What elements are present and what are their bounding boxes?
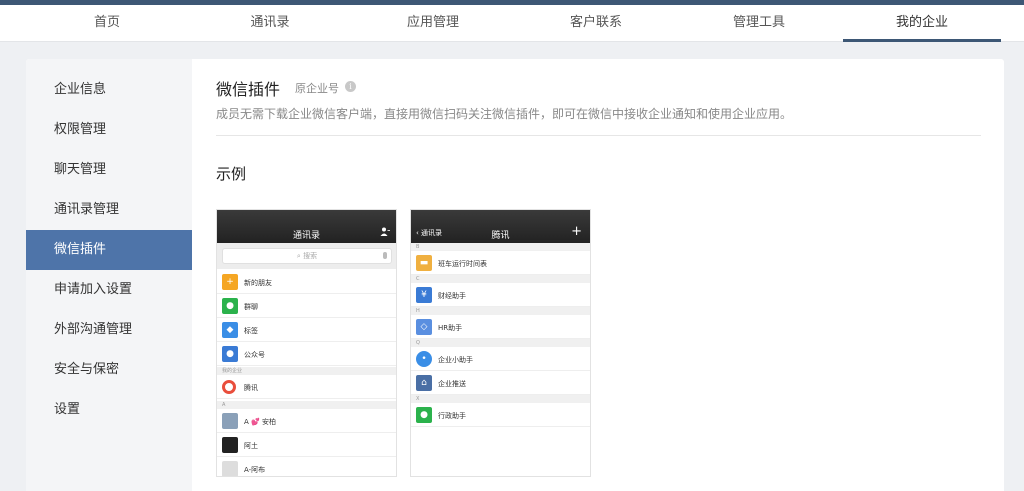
example-phone-contacts: 通讯录 ⌕ 搜索 + 新的朋友 ● 群聊 ◆ 标签 ● 公众号 我的企业 腾讯 A A … [216,209,397,477]
sidebar-item-permissions[interactable]: 权限管理 [26,110,192,150]
phone-title: 腾讯 [491,231,510,241]
mic-icon [383,252,387,259]
sidebar-item-contacts-management[interactable]: 通讯录管理 [26,190,192,230]
page-description: 成员无需下载企业微信客户端，直接用微信扫码关注微信插件，即可在微信中接收企业通知… [216,107,793,121]
content-card: 企业信息 权限管理 聊天管理 通讯录管理 微信插件 申请加入设置 外部沟通管理 … [26,59,1004,491]
hr-icon: ◇ [416,319,432,335]
list-item: ◆ 标签 [217,318,396,342]
add-friend-icon: + [222,274,238,290]
tag-icon: ◆ [222,322,238,338]
sidebar-item-chat-management[interactable]: 聊天管理 [26,150,192,190]
group-header: C [411,275,590,283]
phone-header: 通讯录 [217,210,396,243]
sidebar: 企业信息 权限管理 聊天管理 通讯录管理 微信插件 申请加入设置 外部沟通管理 … [26,59,192,491]
top-navigation: 首页 通讯录 应用管理 客户联系 管理工具 我的企业 [0,5,1024,42]
list-item: ⌂ 企业推送 [411,371,590,395]
main-content: 微信插件 原企业号 i 成员无需下载企业微信客户端，直接用微信扫码关注微信插件，… [216,59,991,491]
plus-icon: + [571,224,582,239]
sidebar-item-wechat-plugin[interactable]: 微信插件 [26,230,192,270]
avatar [222,437,238,453]
group-header: 我的企业 [217,367,396,375]
admin-icon: ● [416,407,432,423]
add-contact-icon [380,227,390,236]
group-header: X [411,395,590,403]
group-header: H [411,307,590,315]
yen-icon: ¥ [416,287,432,303]
home-icon: ⌂ [416,375,432,391]
divider [216,135,981,136]
list-item: A-阿布 [217,457,396,476]
list-item: ◇ HR助手 [411,315,590,339]
list-item: 阿土 [217,433,396,457]
nav-my-enterprise[interactable]: 我的企业 [842,5,1002,42]
sidebar-item-external-communication[interactable]: 外部沟通管理 [26,310,192,350]
list-item: A 💕 安柏 [217,409,396,433]
nav-app-management[interactable]: 应用管理 [353,5,513,42]
group-header: Q [411,339,590,347]
group-chat-icon: ● [222,298,238,314]
list-item: 腾讯 [217,375,396,399]
example-phone-tencent: ‹ 通讯录 腾讯 + B ▬ 班车运行时间表 C ¥ 财经助手 H ◇ HR助手 Q … [410,209,591,477]
page-title: 微信插件 [216,80,281,99]
list-item: ● 群聊 [217,294,396,318]
sidebar-item-join-settings[interactable]: 申请加入设置 [26,270,192,310]
example-section-title: 示例 [216,165,247,183]
list-item: + 新的朋友 [217,270,396,294]
group-header: B [411,243,590,251]
tencent-logo [222,380,236,394]
phone-header: ‹ 通讯录 腾讯 + [411,210,590,243]
nav-customer-contact[interactable]: 客户联系 [516,5,676,42]
sidebar-item-enterprise-info[interactable]: 企业信息 [26,70,192,110]
bus-icon: ▬ [416,255,432,271]
sidebar-item-security[interactable]: 安全与保密 [26,350,192,390]
page-subtitle: 原企业号 [295,82,339,95]
sidebar-item-settings[interactable]: 设置 [26,390,192,430]
phone-title: 通讯录 [292,231,320,241]
nav-contacts[interactable]: 通讯录 [190,5,350,42]
list-item: ▬ 班车运行时间表 [411,251,590,275]
list-item: ¥ 财经助手 [411,283,590,307]
list-item: ● 公众号 [217,342,396,366]
nav-management-tools[interactable]: 管理工具 [679,5,839,42]
assistant-icon: • [416,351,432,367]
list-item: • 企业小助手 [411,347,590,371]
official-account-icon: ● [222,346,238,362]
nav-home[interactable]: 首页 [27,5,187,42]
avatar [222,413,238,429]
list-item: ● 行政助手 [411,403,590,427]
info-icon[interactable]: i [345,81,356,92]
group-header: A [217,401,396,409]
search-input: ⌕ 搜索 [222,248,392,264]
avatar [222,461,238,476]
